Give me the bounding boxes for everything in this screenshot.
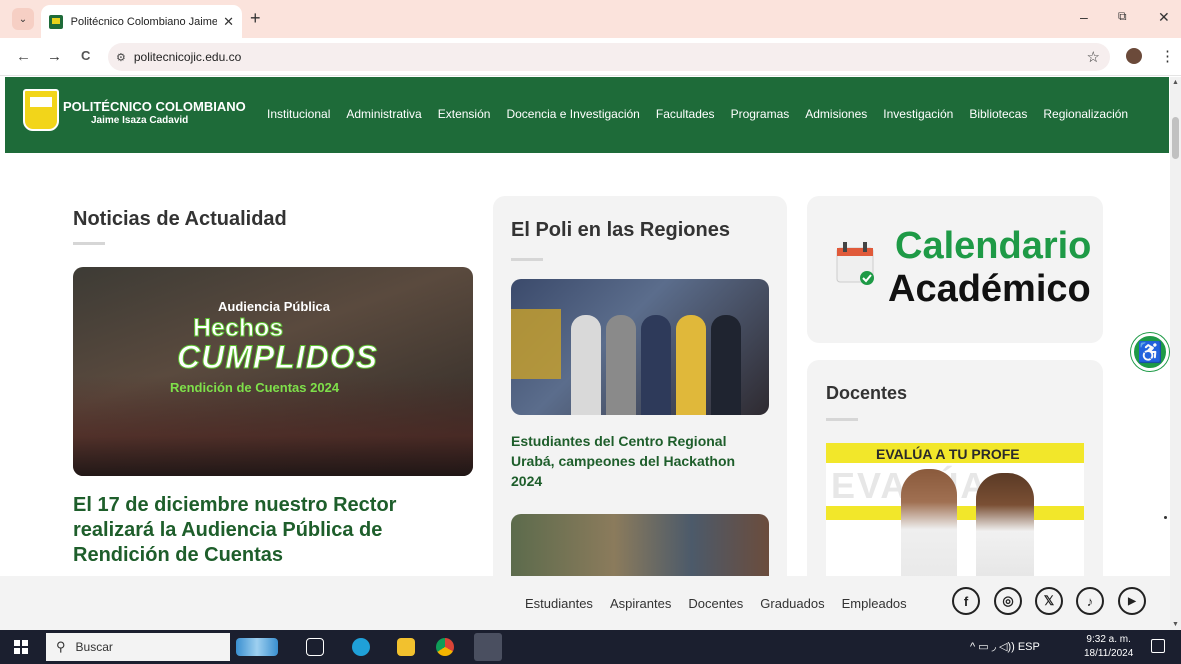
url-text[interactable]: politecnicojic.edu.co [134,50,241,64]
tab-title: Politécnico Colombiano Jaime I [70,15,218,28]
clock-date: 18/11/2024 [1084,648,1134,659]
calendar-icon [836,242,874,285]
nav-item-facultades[interactable]: Facultades [656,107,715,121]
link-empleados[interactable]: Empleados [842,596,907,611]
back-button[interactable]: ← [16,48,31,65]
news-image[interactable]: Audiencia Pública Hechos CUMPLIDOS Rendi… [73,267,473,476]
brand-name[interactable]: POLITÉCNICO COLOMBIANO [63,99,246,114]
nav-item-administrativa[interactable]: Administrativa [346,107,421,121]
news-image-overlay-text: CUMPLIDOS [177,339,378,376]
evaluate-teacher-banner[interactable]: EVALÚA A TU PROFE EVALÚA A [826,443,1084,576]
nav-item-institucional[interactable]: Institucional [267,107,330,121]
site-favicon-icon [49,14,63,29]
facebook-icon[interactable]: f [952,587,980,615]
edge-icon[interactable] [352,638,370,656]
title-divider [511,258,543,261]
person-figure [606,315,636,415]
system-tray-icons[interactable]: ^ ▭ ◞ ◁)) ESP [970,640,1040,653]
regions-news-link[interactable]: Estudiantes del Centro Regional Urabá, c… [511,431,761,491]
taskbar-clock[interactable]: 9:32 a. m. 18/11/2024 [1084,633,1133,661]
instagram-icon[interactable]: ◎ [994,587,1022,615]
minimize-button[interactable]: – [1080,9,1088,25]
link-aspirantes[interactable]: Aspirantes [610,596,671,611]
active-chrome-profile-icon[interactable] [474,633,502,661]
browser-menu-icon[interactable]: ⋮ [1160,47,1175,65]
teachers-section-title: Docentes [826,383,908,403]
link-graduados[interactable]: Graduados [760,596,824,611]
new-tab-button[interactable]: + [250,8,261,29]
browser-tab[interactable]: Politécnico Colombiano Jaime I ✕ [41,5,242,38]
banner-title: EVALÚA A TU PROFE [876,446,1020,462]
file-explorer-icon[interactable] [397,638,415,656]
calendar-title-line2[interactable]: Académico [888,268,1091,311]
close-tab-icon[interactable]: ✕ [223,14,234,30]
hackathon-banner [511,309,561,379]
nav-item-regionalizacion[interactable]: Regionalización [1043,107,1128,121]
notifications-icon[interactable] [1151,639,1165,653]
accessibility-button[interactable]: ♿ [1131,333,1169,371]
restore-button[interactable]: ⧉ [1118,9,1127,24]
page-scrollbar[interactable]: ▲ ▼ [1170,77,1181,630]
news-image-overlay-text: Rendición de Cuentas 2024 [170,380,340,395]
title-divider [73,242,105,245]
browser-tabstrip: ⌄ Politécnico Colombiano Jaime I ✕ + – ⧉… [0,0,1181,38]
regions-section-title: El Poli en las Regiones [511,219,730,241]
search-icon: ⚲ [56,639,66,654]
quick-links-bar: Estudiantes Aspirantes Docentes Graduado… [0,576,1170,630]
windows-taskbar: ⚲ Buscar ^ ▭ ◞ ◁)) ESP 9:32 a. m. 18/11/… [0,630,1181,664]
chrome-icon[interactable] [436,638,454,656]
title-divider [826,418,858,421]
youtube-icon[interactable]: ▶ [1118,587,1146,615]
url-field[interactable]: ⚙ politecnicojic.edu.co ☆ [108,43,1110,71]
brand-subtitle[interactable]: Jaime Isaza Cadavid [91,115,188,126]
scroll-down-icon[interactable]: ▼ [1172,621,1179,628]
clock-time: 9:32 a. m. [1086,634,1131,645]
close-window-button[interactable]: ✕ [1158,9,1170,26]
search-placeholder: Buscar [75,640,113,654]
teacher-figure [976,473,1034,576]
bookmark-star-icon[interactable]: ☆ [1087,48,1100,66]
tiktok-icon[interactable]: ♪ [1076,587,1104,615]
person-figure [676,315,706,415]
hackathon-photo[interactable] [511,279,769,415]
address-bar-row: ← → C ⚙ politecnicojic.edu.co ☆ ⋮ [0,38,1181,76]
nav-item-bibliotecas[interactable]: Bibliotecas [969,107,1027,121]
scroll-up-icon[interactable]: ▲ [1172,79,1179,86]
chevron-down-icon: ⌄ [18,13,28,25]
reload-button[interactable]: C [81,48,90,63]
x-twitter-icon[interactable]: 𝕏 [1035,587,1063,615]
regions-second-photo[interactable] [511,514,769,576]
nav-item-docencia[interactable]: Docencia e Investigación [506,107,639,121]
person-figure [711,315,741,415]
nav-item-investigacion[interactable]: Investigación [883,107,953,121]
news-headline-link[interactable]: El 17 de diciembre nuestro Rector realiz… [73,493,423,568]
nav-item-admisiones[interactable]: Admisiones [805,107,867,121]
news-widget-icon[interactable] [236,638,278,656]
accessibility-icon: ♿ [1137,341,1163,364]
windows-start-icon[interactable] [14,640,28,654]
person-figure [641,315,671,415]
main-nav: Institucional Administrativa Extensión D… [267,107,1144,121]
person-figure [571,315,601,415]
news-image-overlay-text: Audiencia Pública [218,299,330,314]
news-section-title: Noticias de Actualidad [73,208,287,230]
site-info-icon[interactable]: ⚙ [116,51,126,64]
taskbar-search-field[interactable]: ⚲ Buscar [46,633,230,661]
forward-button[interactable]: → [47,48,62,65]
university-logo[interactable] [23,89,59,131]
calendar-title-line1[interactable]: Calendario [895,225,1091,268]
teacher-figure [901,469,957,576]
link-docentes[interactable]: Docentes [688,596,743,611]
nav-item-extension[interactable]: Extensión [438,107,491,121]
profile-avatar[interactable] [1126,48,1142,64]
decorative-dot [1164,516,1167,519]
scrollbar-thumb[interactable] [1172,117,1179,159]
site-header: POLITÉCNICO COLOMBIANO Jaime Isaza Cadav… [5,77,1169,153]
task-view-icon[interactable] [306,638,324,656]
nav-item-programas[interactable]: Programas [731,107,790,121]
audience-links: Estudiantes Aspirantes Docentes Graduado… [525,596,924,611]
link-estudiantes[interactable]: Estudiantes [525,596,593,611]
tab-list-button[interactable]: ⌄ [12,8,34,30]
